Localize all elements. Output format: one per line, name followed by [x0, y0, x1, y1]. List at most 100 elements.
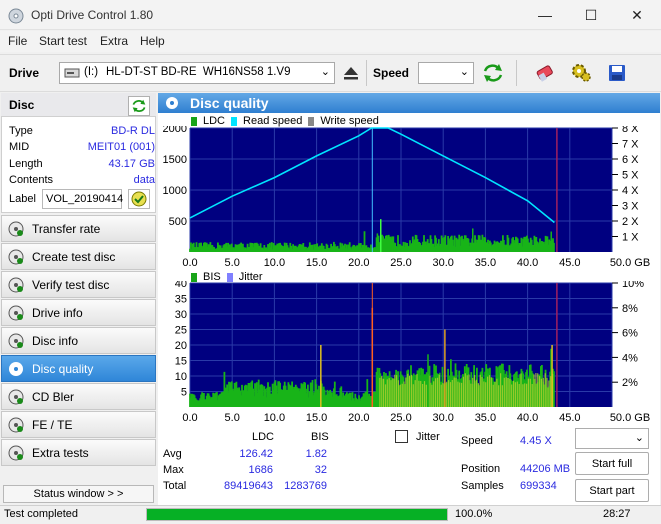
refresh-arrows-icon	[483, 64, 503, 82]
eject-button[interactable]	[338, 60, 364, 86]
y2-tick-label: 2 X	[622, 216, 639, 228]
stats-total-label: Total	[163, 480, 187, 492]
samples-label: Samples	[461, 480, 504, 492]
y-tick-label: 15	[175, 356, 187, 368]
jitter-checkbox-label: Jitter	[416, 431, 440, 443]
disc-icon	[8, 445, 24, 460]
speed-select[interactable]: ⌄	[418, 62, 474, 84]
window-title: Opti Drive Control 1.80	[31, 8, 154, 22]
disc-icon	[8, 305, 24, 320]
y2-tick-label: 3 X	[622, 201, 639, 213]
y-tick-label: 1500	[163, 154, 187, 166]
disc-refresh-button[interactable]	[128, 96, 150, 116]
elapsed-time: 28:27	[603, 508, 631, 520]
disc-length-label: Length	[9, 158, 43, 170]
y2-tick-label: 2%	[622, 377, 638, 389]
disc-length-value: 43.17 GB	[108, 158, 155, 170]
x-tick-label: 40.0	[517, 412, 538, 421]
refresh-button[interactable]	[480, 60, 506, 86]
progress-fill	[147, 509, 447, 520]
stats-col-ldc: LDC	[252, 431, 275, 443]
nav-item-transfer-rate[interactable]: Transfer rate	[1, 215, 156, 242]
nav-item-label: Disc quality	[32, 361, 94, 376]
disc-check-icon	[131, 191, 147, 207]
eject-icon	[344, 67, 358, 80]
menu-file[interactable]: File	[8, 34, 27, 48]
stats-max-bis: 32	[314, 464, 327, 476]
drive-name: HL-DT-ST BD-RE WH16NS58 1.V9	[106, 66, 291, 78]
status-window-button[interactable]: Status window > >	[3, 485, 154, 503]
drive-letter: (I:)	[84, 66, 99, 78]
disc-mid-label: MID	[9, 141, 30, 153]
y2-tick-label: 8%	[622, 303, 638, 315]
stats-total-bis: 1283769	[284, 480, 327, 492]
nav-item-create-test-disc[interactable]: Create test disc	[1, 243, 156, 270]
y2-tick-label: 4%	[622, 352, 638, 364]
stats-avg-bis: 1.82	[305, 448, 327, 460]
nav-item-drive-info[interactable]: Drive info	[1, 299, 156, 326]
nav-item-disc-quality[interactable]: Disc quality	[1, 355, 156, 382]
y-tick-label: 35	[175, 294, 187, 306]
settings-button[interactable]	[568, 60, 594, 86]
minimize-button[interactable]: —	[522, 0, 568, 30]
nav-item-cd-bler[interactable]: CD Bler	[1, 383, 156, 410]
x-tick-label: 25.0	[390, 412, 411, 421]
x-tick-label: 30.0	[432, 257, 453, 266]
y-tick-label: 30	[175, 309, 187, 321]
x-tick-label: 25.0	[390, 257, 411, 266]
toolbar-separator	[516, 60, 517, 86]
stats-max-label: Max	[163, 464, 184, 476]
ldc-swatch	[191, 116, 197, 126]
progress-percent: 100.0%	[455, 508, 493, 520]
y-tick-label: 40	[175, 281, 187, 290]
write-speed-swatch	[308, 116, 315, 126]
main-panel-title: Disc quality	[190, 95, 269, 111]
menu-extra[interactable]: Extra	[100, 34, 128, 48]
nav-item-extra-tests[interactable]: Extra tests	[1, 439, 156, 466]
speed-stat-label: Speed	[461, 435, 493, 447]
speed-label: Speed	[373, 66, 410, 80]
stats-avg-label: Avg	[163, 448, 182, 460]
chevron-down-icon: ⌄	[320, 66, 330, 78]
close-button[interactable]: ✕	[614, 0, 660, 30]
nav-item-fe-te[interactable]: FE / TE	[1, 411, 156, 438]
nav-item-label: Create test disc	[32, 249, 116, 264]
disc-icon	[8, 249, 24, 264]
x-tick-label: 50.0 GB	[610, 412, 650, 421]
x-tick-label: 10.0	[264, 412, 285, 421]
y-tick-label: 1000	[163, 185, 187, 197]
save-button[interactable]	[604, 60, 630, 86]
menu-help[interactable]: Help	[140, 34, 165, 48]
x-tick-label: 20.0	[348, 257, 369, 266]
apply-label-button[interactable]	[128, 189, 150, 209]
x-tick-label: 5.0	[225, 257, 240, 266]
drive-icon	[64, 68, 80, 78]
disc-icon	[9, 361, 23, 376]
disc-icon	[8, 221, 24, 236]
nav-item-verify-test-disc[interactable]: Verify test disc	[1, 271, 156, 298]
menu-start-test[interactable]: Start test	[39, 34, 87, 48]
jitter-checkbox[interactable]	[395, 430, 408, 443]
disc-contents-label: Contents	[9, 174, 54, 186]
y-tick-label: 25	[175, 325, 187, 337]
progress-bar	[146, 508, 448, 521]
start-part-button[interactable]: Start part	[575, 479, 649, 502]
drive-select[interactable]: (I:) HL-DT-ST BD-RE WH16NS58 1.V9 ⌄	[59, 62, 335, 84]
y-tick-label: 10	[175, 371, 187, 383]
y-tick-label: 5	[181, 387, 187, 399]
maximize-button[interactable]: ☐	[568, 0, 614, 30]
disc-label-input[interactable]: VOL_20190414	[42, 189, 123, 209]
disc-panel-title: Disc	[9, 98, 35, 112]
nav-item-disc-info[interactable]: Disc info	[1, 327, 156, 354]
erase-button[interactable]	[532, 60, 558, 86]
nav-item-label: Disc info	[32, 333, 79, 348]
test-speed-select[interactable]: ⌄	[575, 428, 649, 449]
start-full-button[interactable]: Start full	[575, 452, 649, 475]
x-tick-label: 15.0	[306, 412, 327, 421]
disc-contents-value: data	[133, 174, 155, 186]
stats-avg-ldc: 126.42	[239, 448, 273, 460]
disc-label-label: Label	[9, 193, 36, 205]
nav-item-label: FE / TE	[32, 417, 73, 432]
disc-icon	[8, 277, 24, 292]
nav-item-label: Transfer rate	[32, 221, 101, 236]
